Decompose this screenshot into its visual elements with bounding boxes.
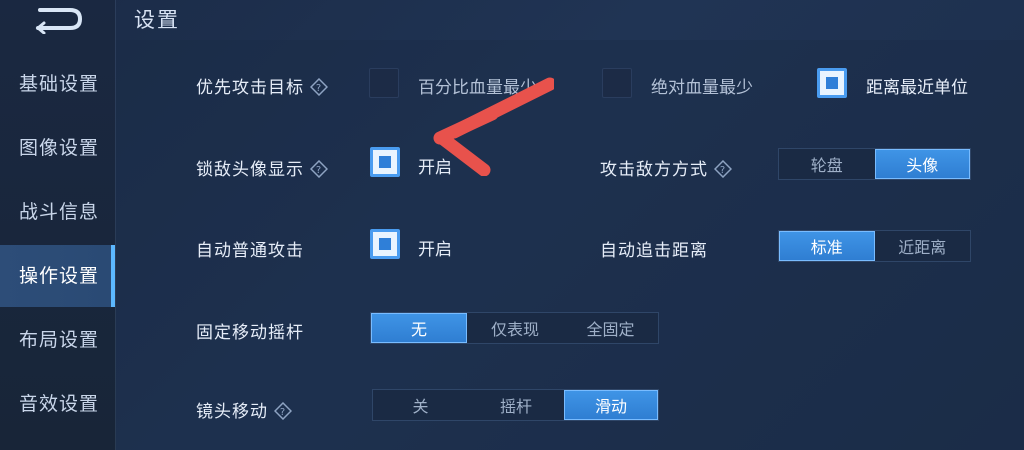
back-icon[interactable]	[30, 4, 86, 34]
sidebar-item-layout[interactable]: 布局设置	[0, 309, 115, 371]
lock-enemy-avatar-row: 锁敌头像显示?	[196, 155, 328, 180]
fixed-joystick-label: 固定移动摇杆	[196, 323, 304, 343]
help-icon[interactable]: ?	[274, 402, 292, 420]
nearest-unit-label: 距离最近单位	[866, 78, 968, 98]
svg-text:?: ?	[280, 407, 286, 418]
fixed-joystick-option-none[interactable]: 无	[371, 313, 467, 343]
auto-chase-label: 自动追击距离	[600, 241, 708, 261]
fixed-joystick-option-visual[interactable]: 仅表现	[467, 313, 563, 343]
fixed-joystick-option-full[interactable]: 全固定	[563, 313, 658, 343]
help-icon[interactable]: ?	[714, 160, 732, 178]
attack-mode-option-wheel[interactable]: 轮盘	[779, 149, 875, 179]
attack-mode-option-avatar[interactable]: 头像	[874, 149, 970, 179]
sidebar-item-battle-info[interactable]: 战斗信息	[0, 181, 115, 243]
sidebar-item-audio[interactable]: 音效设置	[0, 373, 115, 435]
fixed-joystick-segmented: 无 仅表现 全固定	[370, 312, 659, 344]
camera-move-label: 镜头移动	[196, 402, 268, 422]
lock-enemy-avatar-label: 锁敌头像显示	[196, 160, 304, 180]
svg-text:?: ?	[316, 165, 322, 176]
sidebar: 基础设置 图像设置 战斗信息 操作设置 布局设置 音效设置	[0, 0, 116, 450]
nearest-unit-checkbox[interactable]	[817, 68, 847, 98]
absolute-hp-label: 绝对血量最少	[651, 78, 753, 98]
attack-mode-row: 攻击敌方方式?	[600, 155, 732, 180]
auto-attack-checkbox[interactable]	[370, 229, 400, 259]
auto-chase-option-close[interactable]: 近距离	[875, 231, 971, 261]
attack-mode-segmented: 轮盘 头像	[778, 148, 971, 180]
percent-hp-label: 百分比血量最少	[418, 78, 537, 98]
camera-move-option-swipe[interactable]: 滑动	[564, 390, 658, 420]
lock-enemy-avatar-checkbox[interactable]	[370, 147, 400, 177]
sidebar-item-basic[interactable]: 基础设置	[0, 53, 115, 115]
camera-move-option-joystick[interactable]: 摇杆	[468, 390, 564, 420]
help-icon[interactable]: ?	[310, 78, 328, 96]
svg-text:?: ?	[720, 165, 726, 176]
priority-target-row: 优先攻击目标?	[196, 73, 328, 98]
percent-hp-checkbox[interactable]	[369, 68, 399, 98]
auto-attack-label: 自动普通攻击	[196, 241, 304, 261]
priority-target-label: 优先攻击目标	[196, 78, 304, 98]
svg-text:?: ?	[316, 83, 322, 94]
absolute-hp-checkbox[interactable]	[602, 68, 632, 98]
page-title: 设置	[134, 8, 180, 32]
camera-move-option-off[interactable]: 关	[373, 390, 468, 420]
attack-mode-label: 攻击敌方方式	[600, 160, 708, 180]
sidebar-item-graphics[interactable]: 图像设置	[0, 117, 115, 179]
lock-enemy-avatar-option-label: 开启	[418, 158, 452, 178]
auto-chase-option-standard[interactable]: 标准	[779, 231, 875, 261]
camera-move-segmented: 关 摇杆 滑动	[372, 389, 659, 421]
sidebar-item-controls[interactable]: 操作设置	[0, 245, 115, 307]
auto-chase-segmented: 标准 近距离	[778, 230, 971, 262]
auto-attack-option-label: 开启	[418, 240, 452, 260]
help-icon[interactable]: ?	[310, 160, 328, 178]
camera-move-row: 镜头移动?	[196, 397, 292, 422]
